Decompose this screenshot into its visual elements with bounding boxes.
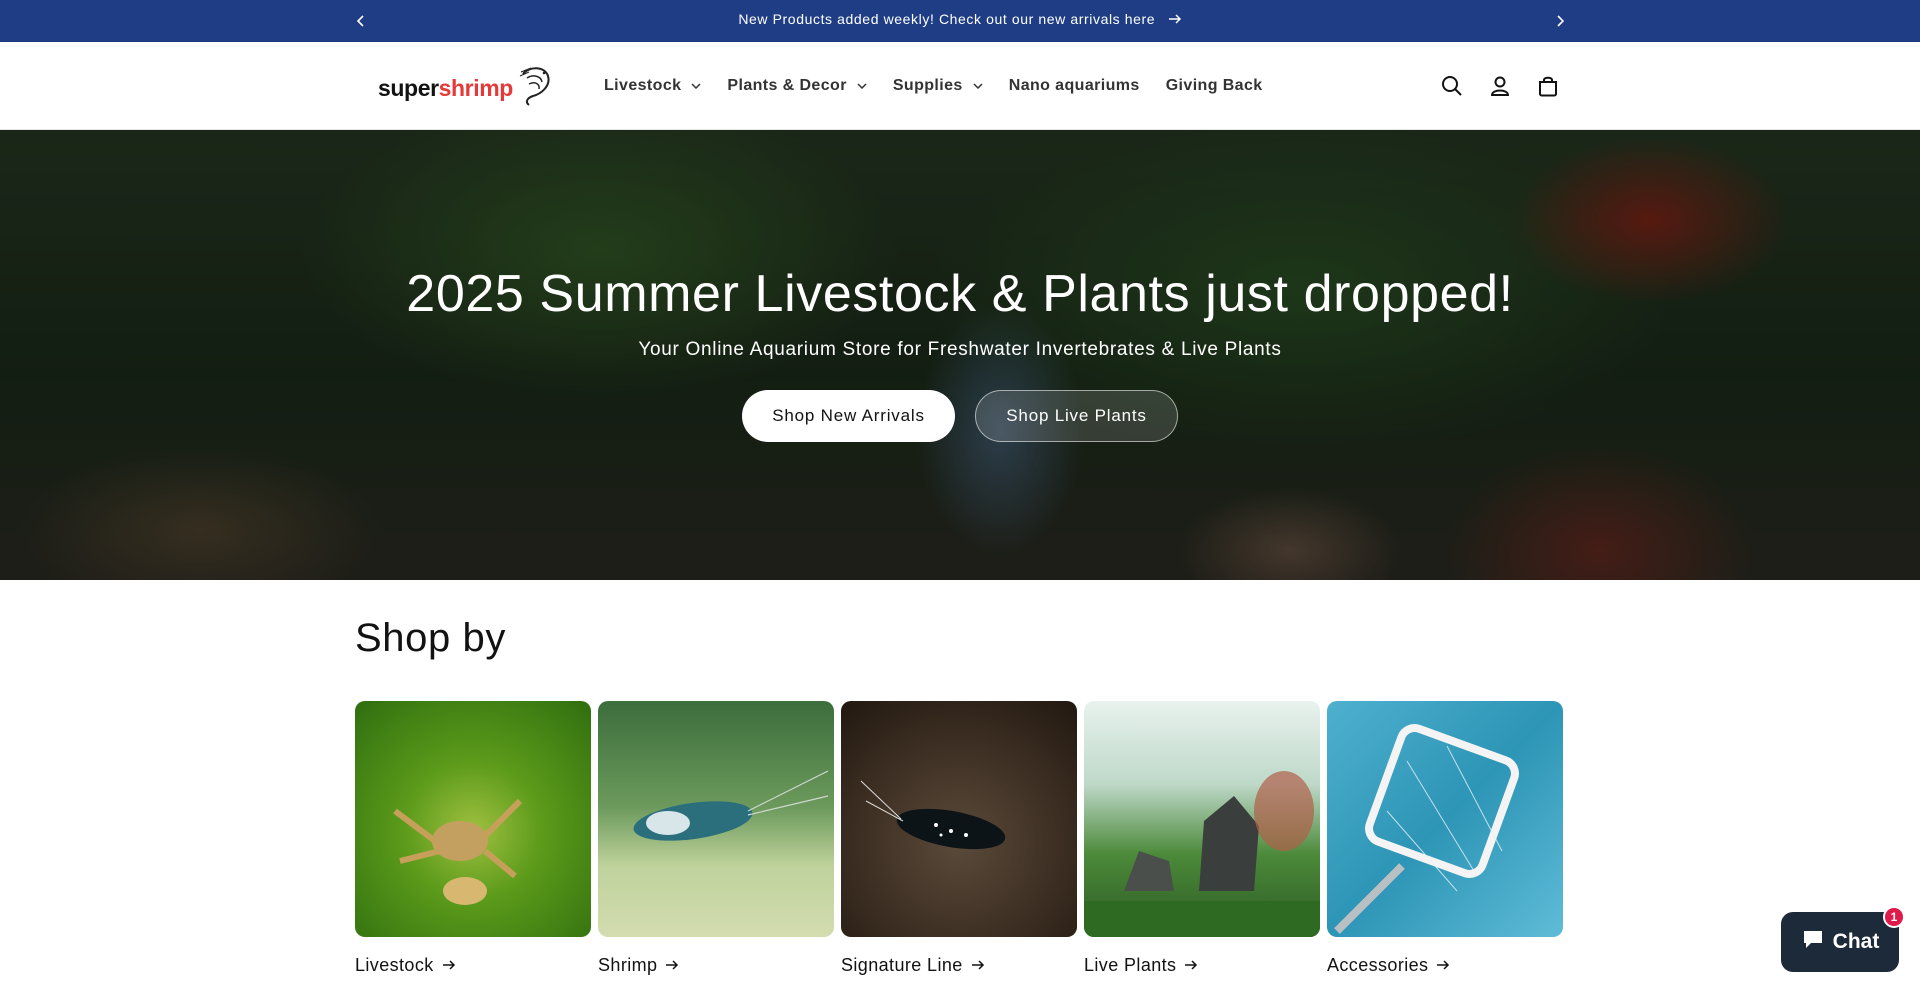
- hero-banner: 2025 Summer Livestock & Plants just drop…: [0, 130, 1920, 580]
- arrow-right-icon: [442, 955, 456, 976]
- cart-icon: [1539, 76, 1557, 97]
- category-label: Shrimp: [598, 955, 658, 975]
- arrow-right-icon: [1436, 955, 1450, 976]
- category-image-accessories: [1327, 701, 1563, 937]
- chevron-right-icon: [1557, 15, 1565, 27]
- shrimp-logo-icon: [519, 67, 550, 106]
- category-label: Livestock: [355, 955, 434, 975]
- nav-item-plants-decor[interactable]: Plants & Decor: [727, 77, 867, 95]
- nav-item-giving-back[interactable]: Giving Back: [1166, 77, 1263, 95]
- announcement-message: New Products added weekly! Check out our…: [738, 11, 1156, 27]
- category-card-signature-line[interactable]: Signature Line: [841, 701, 1077, 976]
- category-label: Live Plants: [1084, 955, 1177, 975]
- chevron-down-icon: [973, 83, 983, 89]
- shop-by-title: Shop by: [355, 616, 506, 660]
- shop-live-plants-button[interactable]: Shop Live Plants: [975, 390, 1178, 442]
- nav-item-nano-aquariums[interactable]: Nano aquariums: [1009, 77, 1140, 95]
- chat-button[interactable]: Chat 1: [1781, 906, 1905, 972]
- nav-item-supplies[interactable]: Supplies: [893, 77, 983, 95]
- category-label: Accessories: [1327, 955, 1429, 975]
- category-card-livestock[interactable]: Livestock: [355, 701, 591, 976]
- chevron-down-icon: [857, 83, 867, 89]
- announcement-bar: New Products added weekly! Check out our…: [0, 0, 1920, 42]
- announcement-link[interactable]: New Products added weekly! Check out our…: [0, 11, 1920, 28]
- search-icon: [1442, 76, 1462, 96]
- category-image-live-plants: [1084, 701, 1320, 937]
- shop-new-arrivals-button[interactable]: Shop New Arrivals: [742, 390, 955, 442]
- arrow-right-icon: [1168, 12, 1182, 28]
- account-icon: [1490, 76, 1510, 96]
- chat-notification-badge: 1: [1883, 906, 1905, 928]
- logo-text: supershrimp: [378, 74, 513, 101]
- cart-button[interactable]: [1524, 62, 1572, 110]
- main-nav: Livestock Plants & Decor Supplies Nano a…: [604, 42, 1289, 130]
- chevron-down-icon: [691, 83, 701, 89]
- chat-label: Chat: [1832, 930, 1880, 953]
- arrow-right-icon: [665, 955, 679, 976]
- header-icons: [1428, 42, 1572, 130]
- category-image-shrimp: [598, 701, 834, 937]
- category-card-live-plants[interactable]: Live Plants: [1084, 701, 1320, 976]
- chat-bubble-icon: [1801, 928, 1825, 956]
- site-logo[interactable]: supershrimp: [378, 67, 553, 106]
- announcement-next-button[interactable]: [1547, 8, 1573, 34]
- category-image-livestock: [355, 701, 591, 937]
- hero-subtitle: Your Online Aquarium Store for Freshwate…: [638, 339, 1282, 360]
- arrow-right-icon: [1184, 955, 1198, 976]
- search-button[interactable]: [1428, 62, 1476, 110]
- category-card-shrimp[interactable]: Shrimp: [598, 701, 834, 976]
- category-label: Signature Line: [841, 955, 963, 975]
- hero-title: 2025 Summer Livestock & Plants just drop…: [406, 265, 1514, 323]
- nav-item-livestock[interactable]: Livestock: [604, 77, 701, 95]
- site-header: supershrimp Livestock Plants & Decor Sup…: [0, 42, 1920, 130]
- category-card-accessories[interactable]: Accessories: [1327, 701, 1563, 976]
- account-button[interactable]: [1476, 62, 1524, 110]
- category-image-signature-line: [841, 701, 1077, 937]
- arrow-right-icon: [971, 955, 985, 976]
- category-cards: Livestock Shrimp Signature Line Live Pla…: [355, 701, 1563, 976]
